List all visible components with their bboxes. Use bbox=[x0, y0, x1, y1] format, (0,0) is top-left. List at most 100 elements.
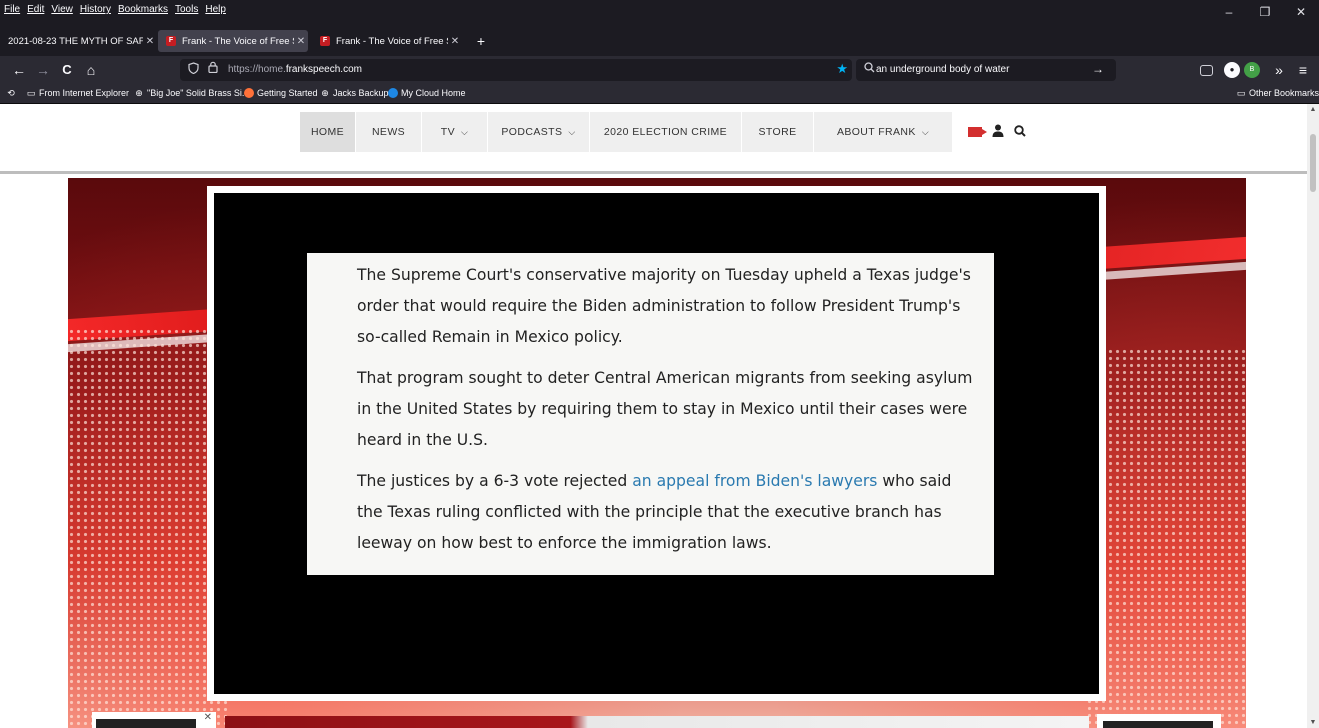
chevron-down-icon: ⌵ bbox=[460, 126, 469, 137]
search-query[interactable]: an underground body of water bbox=[876, 64, 1009, 75]
new-tab-button[interactable]: + bbox=[472, 30, 490, 52]
article-excerpt: The Supreme Court's conservative majorit… bbox=[307, 253, 994, 575]
search-icon[interactable] bbox=[1014, 124, 1026, 140]
forward-button[interactable]: → bbox=[32, 59, 54, 81]
nav-tv[interactable]: TV ⌵ bbox=[422, 112, 488, 152]
bookmarks-toolbar: ⟲ ▭ From Internet Explorer ⊕ "Big Joe" Sol… bbox=[0, 84, 1319, 104]
nav-label: STORE bbox=[758, 126, 797, 138]
restore-button[interactable]: ❐ bbox=[1247, 0, 1283, 20]
tab-myth-of-safe-vac[interactable]: 2021-08-23 THE MYTH OF SAFE VAC ✕ bbox=[0, 30, 157, 52]
bookmark-getting-started[interactable]: Getting Started bbox=[244, 88, 318, 98]
scroll-down-arrow-icon[interactable]: ▼ bbox=[1307, 719, 1319, 726]
back-button[interactable]: ← bbox=[8, 59, 30, 81]
close-tab-icon[interactable]: ✕ bbox=[294, 36, 308, 47]
nav-podcasts[interactable]: PODCASTS ⌵ bbox=[488, 112, 590, 152]
menu-edit[interactable]: Edit bbox=[27, 4, 44, 15]
bookmarks-sidebar-icon[interactable]: ⟲ bbox=[6, 88, 19, 98]
url-bar[interactable]: https://home.frankspeech.com ★ bbox=[180, 59, 852, 81]
hero-background: The Supreme Court's conservative majorit… bbox=[68, 178, 1246, 728]
tab-frank-active[interactable]: F Frank - The Voice of Free Speech ✕ bbox=[158, 30, 308, 52]
bookmark-label: Jacks Backup bbox=[333, 88, 389, 98]
bookmark-jacks-backup[interactable]: ⊕ Jacks Backup bbox=[320, 88, 389, 98]
thumbnail-left[interactable]: ✕ bbox=[92, 712, 216, 728]
bookmark-big-joe[interactable]: ⊕ "Big Joe" Solid Brass Si... bbox=[134, 88, 249, 98]
home-button[interactable]: ⌂ bbox=[80, 59, 102, 81]
menu-tools[interactable]: Tools bbox=[175, 4, 198, 15]
nav-about-frank[interactable]: ABOUT FRANK ⌵ bbox=[814, 112, 952, 152]
nav-2020-election-crime[interactable]: 2020 ELECTION CRIME bbox=[590, 112, 742, 152]
below-fold-strip: ✕ bbox=[0, 710, 1307, 728]
folder-icon: ▭ bbox=[1236, 88, 1246, 98]
close-window-button[interactable]: ✕ bbox=[1283, 0, 1319, 20]
bookmark-star-icon[interactable]: ★ bbox=[836, 61, 848, 77]
url-text[interactable]: https://home.frankspeech.com bbox=[228, 64, 362, 75]
menu-bookmarks[interactable]: Bookmarks bbox=[118, 4, 168, 15]
nav-label: TV bbox=[440, 126, 455, 138]
chevron-down-icon: ⌵ bbox=[921, 126, 930, 137]
article-link[interactable]: an appeal from Biden's lawyers bbox=[632, 472, 877, 490]
bookmark-from-internet-explorer[interactable]: ▭ From Internet Explorer bbox=[26, 88, 129, 98]
url-prefix: https://home. bbox=[228, 64, 286, 75]
video-screen[interactable]: The Supreme Court's conservative majorit… bbox=[214, 193, 1099, 694]
extension-dark-icon[interactable]: ● bbox=[1224, 62, 1240, 78]
nav-label: ABOUT FRANK bbox=[836, 126, 916, 138]
overflow-menu-button[interactable]: » bbox=[1268, 59, 1290, 81]
folder-icon: ▭ bbox=[26, 88, 36, 98]
banner-strip bbox=[225, 716, 1089, 728]
tab-label: Frank - The Voice of Free Speech bbox=[182, 35, 294, 47]
tracking-shield-icon[interactable] bbox=[188, 62, 199, 77]
search-go-icon[interactable]: → bbox=[1092, 62, 1104, 76]
web-page: HOME NEWS TV ⌵ PODCASTS ⌵ 2020 ELECTION CR… bbox=[0, 104, 1307, 728]
scrollbar-thumb[interactable] bbox=[1310, 134, 1316, 192]
bookmark-label: My Cloud Home bbox=[401, 88, 466, 98]
close-tab-icon[interactable]: ✕ bbox=[448, 36, 462, 47]
nav-label: HOME bbox=[310, 126, 345, 138]
search-icon bbox=[864, 62, 875, 76]
hero-dot-pattern-right bbox=[1086, 348, 1246, 728]
page-scrollbar[interactable]: ▲ ▼ bbox=[1307, 104, 1319, 728]
bookmark-label: Other Bookmarks bbox=[1249, 88, 1319, 98]
bookmark-label: "Big Joe" Solid Brass Si... bbox=[147, 88, 250, 98]
menu-file[interactable]: File bbox=[4, 4, 20, 15]
bookmark-my-cloud-home[interactable]: My Cloud Home bbox=[388, 88, 466, 98]
globe-icon: ⊕ bbox=[321, 88, 329, 98]
user-icon[interactable] bbox=[992, 124, 1004, 140]
other-bookmarks[interactable]: ▭ Other Bookmarks bbox=[1236, 88, 1319, 98]
search-bar[interactable]: an underground body of water → bbox=[856, 59, 1116, 81]
video-player[interactable]: The Supreme Court's conservative majorit… bbox=[207, 186, 1106, 701]
extension-green-icon[interactable]: B bbox=[1244, 62, 1260, 78]
menu-items: File Edit View History Bookmarks Tools H… bbox=[4, 4, 226, 15]
reload-button[interactable]: C bbox=[56, 59, 78, 81]
site-navigation: HOME NEWS TV ⌵ PODCASTS ⌵ 2020 ELECTION CR… bbox=[300, 112, 952, 152]
article-paragraph-2: That program sought to deter Central Ame… bbox=[357, 369, 973, 449]
nav-news[interactable]: NEWS bbox=[356, 112, 422, 152]
pocket-icon[interactable] bbox=[1200, 65, 1213, 76]
hero-dot-pattern-left bbox=[68, 328, 228, 728]
article-text: The justices by a 6-3 vote rejected bbox=[357, 472, 633, 490]
app-menu-button[interactable]: ≡ bbox=[1292, 59, 1314, 81]
menu-help[interactable]: Help bbox=[205, 4, 226, 15]
frank-favicon-icon: F bbox=[166, 36, 176, 46]
bookmark-label: Getting Started bbox=[257, 88, 318, 98]
lock-icon[interactable] bbox=[208, 61, 218, 76]
minimize-button[interactable]: – bbox=[1211, 0, 1247, 20]
close-icon[interactable]: ✕ bbox=[204, 712, 212, 723]
close-tab-icon[interactable]: ✕ bbox=[143, 36, 157, 47]
window-controls: – ❐ ✕ bbox=[1211, 0, 1319, 20]
thumbnail-right[interactable] bbox=[1097, 714, 1221, 728]
nav-label: PODCASTS bbox=[501, 126, 563, 138]
nav-label: NEWS bbox=[371, 126, 406, 138]
scroll-up-arrow-icon[interactable]: ▲ bbox=[1307, 106, 1319, 113]
chevron-down-icon: ⌵ bbox=[568, 126, 576, 137]
cloud-icon bbox=[388, 88, 398, 98]
video-camera-icon[interactable] bbox=[968, 127, 987, 137]
nav-store[interactable]: STORE bbox=[742, 112, 814, 152]
tab-frank[interactable]: F Frank - The Voice of Free Speech ✕ bbox=[312, 30, 462, 52]
article-paragraph-1: The Supreme Court's conservative majorit… bbox=[357, 266, 971, 346]
thumbnail-image bbox=[1103, 721, 1213, 728]
tab-strip: 2021-08-23 THE MYTH OF SAFE VAC ✕ F Fran… bbox=[0, 20, 1319, 56]
menu-bar: File Edit View History Bookmarks Tools H… bbox=[0, 0, 1319, 20]
menu-history[interactable]: History bbox=[80, 4, 111, 15]
nav-home[interactable]: HOME bbox=[300, 112, 356, 152]
menu-view[interactable]: View bbox=[51, 4, 73, 15]
